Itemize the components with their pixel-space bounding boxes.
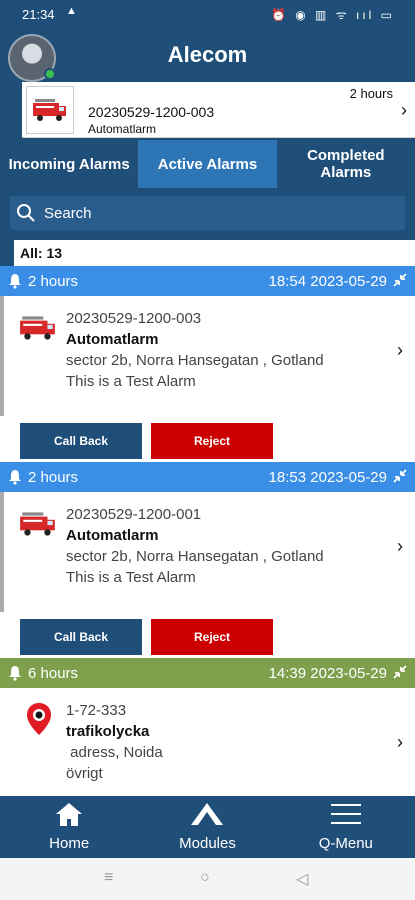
alarm-note: This is a Test Alarm <box>66 569 196 586</box>
reject-button[interactable]: Reject <box>151 423 273 459</box>
alarm-card-header[interactable]: 6 hours 14:39 2023-05-29 <box>0 658 415 688</box>
alarm-list: 2 hours 18:54 2023-05-29 20230529-1200-0… <box>0 266 415 796</box>
alarm-type: trafikolycka <box>66 723 150 740</box>
nav-modules[interactable]: Modules <box>138 796 276 858</box>
menu-icon <box>330 804 361 824</box>
bell-icon <box>9 470 21 485</box>
alarm-timestamp: 18:54 2023-05-29 <box>268 273 387 290</box>
alarm-card-body[interactable]: 1-72-333 trafikolycka adress, Noida övri… <box>0 688 415 796</box>
alarm-note: övrigt <box>66 765 103 782</box>
search-area: Search <box>0 188 415 240</box>
system-nav-bar: ≡ ○ ◁ <box>0 858 415 900</box>
count-accent <box>0 240 14 266</box>
nav-home-label: Home <box>49 835 90 852</box>
collapse-icon[interactable] <box>393 665 407 679</box>
alarm-age: 6 hours <box>28 665 79 682</box>
alarm-count-bar: All: 13 <box>0 240 415 266</box>
alarm-card: 2 hours 18:53 2023-05-29 20230529-1200-0… <box>0 462 415 658</box>
collapse-icon[interactable] <box>393 273 407 287</box>
app-title: Alecom <box>167 42 248 67</box>
fire-truck-icon <box>20 512 55 536</box>
notification-icon: ▲ <box>66 5 77 17</box>
alarm-id: 1-72-333 <box>66 702 127 719</box>
nav-home[interactable]: Home <box>0 796 138 858</box>
chevron-right-icon: › <box>401 100 407 120</box>
chevron-right-icon: › <box>397 732 403 752</box>
home-icon <box>56 803 83 826</box>
location-pin-icon <box>27 703 51 735</box>
alarm-card-header[interactable]: 2 hours 18:53 2023-05-29 <box>0 462 415 492</box>
tab-active-alarms[interactable]: Active Alarms <box>138 140 277 188</box>
bell-icon <box>9 666 21 681</box>
alarm-type: Automatlarm <box>66 331 159 348</box>
call-back-button[interactable]: Call Back <box>20 619 142 655</box>
collapse-icon[interactable] <box>393 469 407 483</box>
nav-qmenu-label: Q-Menu <box>318 835 373 852</box>
alarm-id: 20230529-1200-001 <box>66 506 202 523</box>
bell-icon <box>9 274 21 289</box>
alarm-card-body[interactable]: 20230529-1200-003 Automatlarm sector 2b,… <box>0 296 415 416</box>
call-back-button[interactable]: Call Back <box>20 423 142 459</box>
app-bar: Alecom <box>0 28 415 82</box>
alarm-id: 20230529-1200-003 <box>66 310 202 327</box>
alarm-note: This is a Test Alarm <box>66 373 196 390</box>
search-icon <box>17 204 35 222</box>
alarm-address: adress, Noida <box>66 744 163 761</box>
tab-incoming-alarms[interactable]: Incoming Alarms <box>0 140 138 188</box>
tab-completed-alarms[interactable]: Completed Alarms <box>277 140 415 188</box>
online-status-icon <box>44 68 56 80</box>
nav-modules-label: Modules <box>179 835 236 852</box>
nav-qmenu[interactable]: Q-Menu <box>277 796 415 858</box>
latest-alarm-banner[interactable]: 20230529-1200-003 Automatlarm 2 hours › <box>0 82 415 138</box>
alarm-card: 2 hours 18:54 2023-05-29 20230529-1200-0… <box>0 266 415 462</box>
alarm-address: sector 2b, Norra Hansegatan , Gotland <box>66 352 324 369</box>
back-icon[interactable]: ◁ <box>296 869 308 889</box>
alarm-timestamp: 14:39 2023-05-29 <box>268 665 387 682</box>
chevron-right-icon: › <box>397 340 403 360</box>
reject-button[interactable]: Reject <box>151 619 273 655</box>
banner-accent <box>0 82 22 138</box>
alarm-age: 2 hours <box>28 273 79 290</box>
status-icons: ⏰ ◉ ▥ ᯤ ııl ▭ <box>270 8 395 22</box>
alarm-tabs: Incoming Alarms Active Alarms Completed … <box>0 140 415 188</box>
system-home-icon[interactable]: ○ <box>200 869 210 887</box>
alarm-age: 2 hours <box>28 469 79 486</box>
status-bar: 21:34 ▲ ⏰ ◉ ▥ ᯤ ııl ▭ <box>0 0 415 28</box>
alarm-card-header[interactable]: 2 hours 18:54 2023-05-29 <box>0 266 415 296</box>
alarm-timestamp: 18:53 2023-05-29 <box>268 469 387 486</box>
modules-icon <box>191 803 224 825</box>
chevron-right-icon: › <box>397 536 403 556</box>
fire-truck-icon <box>26 86 74 134</box>
alarm-type: Automatlarm <box>66 527 159 544</box>
recent-apps-icon[interactable]: ≡ <box>104 869 113 887</box>
banner-alarm-type: Automatlarm <box>88 122 157 136</box>
alarm-count: All: 13 <box>20 245 63 261</box>
banner-alarm-age: 2 hours <box>349 86 393 101</box>
banner-alarm-id: 20230529-1200-003 <box>88 104 215 120</box>
fire-truck-icon <box>20 316 55 340</box>
alarm-address: sector 2b, Norra Hansegatan , Gotland <box>66 548 324 565</box>
search-placeholder: Search <box>44 205 92 222</box>
status-time: 21:34 <box>22 7 55 22</box>
search-input[interactable]: Search <box>10 196 405 230</box>
alarm-card-body[interactable]: 20230529-1200-001 Automatlarm sector 2b,… <box>0 492 415 612</box>
bottom-nav: Home Modules Q-Menu <box>0 796 415 858</box>
alarm-card: 6 hours 14:39 2023-05-29 1-72-333 trafik… <box>0 658 415 796</box>
